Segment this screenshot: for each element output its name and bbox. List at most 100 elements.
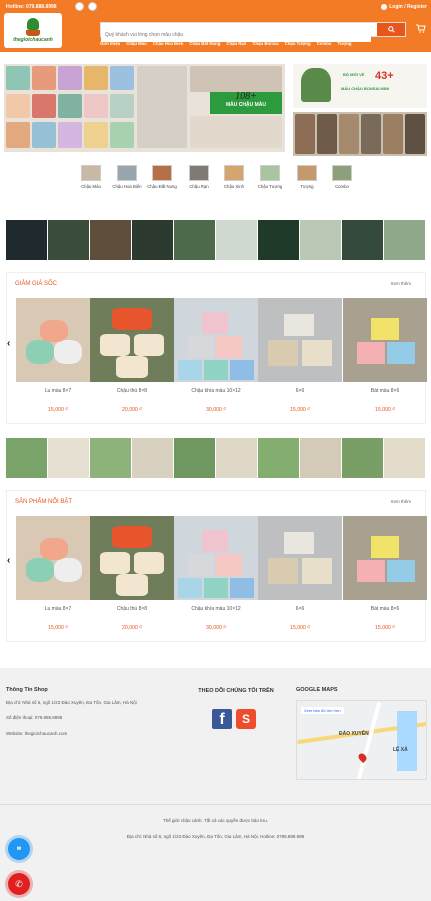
product-image[interactable] <box>174 516 258 600</box>
category-item[interactable]: Chậu Hoa Biển <box>109 165 145 189</box>
nav-item[interactable]: Chậu Hoa Biển <box>153 41 184 46</box>
product-price: 30,000 ₫ <box>206 625 226 631</box>
product-name[interactable]: Lu màu 8×7 <box>16 606 100 612</box>
plants-banner[interactable] <box>6 438 426 478</box>
featured-prev-arrow[interactable]: ‹ <box>7 555 10 566</box>
category-item[interactable]: Combo <box>324 165 360 189</box>
product-name[interactable]: Chậu thú 8×8 <box>90 606 174 612</box>
logo-text: thegioichaucanh <box>13 37 53 43</box>
search-input[interactable] <box>101 28 371 42</box>
product-card[interactable]: Bát màu 8×6 15,000 ₫ <box>343 298 427 413</box>
product-name[interactable]: Chậu thú 8×8 <box>90 388 174 394</box>
shop-info-title: Thông Tin Shop <box>6 687 48 693</box>
product-price: 15,000 ₫ <box>375 407 395 413</box>
product-name[interactable]: Chậu khía màu 10×12 <box>174 388 258 394</box>
call-button[interactable]: ✆ <box>8 873 30 895</box>
site-header: Hotline: 079.888.8998 Login / Register t… <box>0 0 431 52</box>
product-card[interactable]: Chậu thú 8×8 20,000 ₫ <box>90 516 174 631</box>
product-name[interactable]: 6×6 <box>258 606 342 612</box>
nav-item[interactable]: Chậu Bonsai <box>252 41 278 46</box>
nav-item[interactable]: Chậu Đất Nung <box>189 41 220 46</box>
map-larger-link[interactable]: Xem bản đồ lớn hơn <box>301 707 344 714</box>
nav-item[interactable]: Combo <box>317 41 332 46</box>
site-logo[interactable]: thegioichaucanh <box>4 13 62 48</box>
category-item[interactable]: Chậu Đất Nung <box>144 165 180 189</box>
product-price: 20,000 ₫ <box>122 407 142 413</box>
phone-icon[interactable] <box>88 2 97 11</box>
product-image[interactable] <box>90 298 174 382</box>
phone-icon: ✆ <box>15 878 23 889</box>
category-label: Chậu Màu <box>81 184 101 189</box>
product-card[interactable]: Chậu khía màu 10×12 30,000 ₫ <box>174 298 258 413</box>
product-card[interactable]: Lu màu 8×7 15,000 ₫ <box>16 298 100 413</box>
product-image[interactable] <box>16 516 100 600</box>
hotline-text: Hotline: 079.888.8998 <box>6 4 57 10</box>
search-button[interactable] <box>377 23 405 36</box>
product-card[interactable]: Chậu khía màu 10×12 30,000 ₫ <box>174 516 258 631</box>
category-item[interactable]: Tượng <box>289 165 325 189</box>
google-map[interactable]: Xem bản đồ lớn hơn ĐÀO XUYÊN LỆ XÁ <box>296 700 427 780</box>
promo-bottom-text: MẪU CHẬU BONSAI MINI <box>341 86 389 91</box>
nav-item[interactable]: Chậu Màu <box>126 41 147 46</box>
nav-item[interactable]: Tượng <box>338 41 352 46</box>
map-label: LỆ XÁ <box>393 747 408 753</box>
nav-item[interactable]: Chậu Rạn <box>226 41 246 46</box>
featured-more-link[interactable]: Xem thêm <box>390 499 411 504</box>
product-price: 15,000 ₫ <box>290 625 310 631</box>
product-price: 15,000 ₫ <box>375 625 395 631</box>
product-card[interactable]: Bát màu 8×6 15,000 ₫ <box>343 516 427 631</box>
nav-item[interactable]: Giới thiệu <box>100 41 120 46</box>
footer-divider <box>0 804 431 805</box>
product-image[interactable] <box>174 298 258 382</box>
category-image <box>81 165 101 181</box>
product-name[interactable]: Lu màu 8×7 <box>16 388 100 394</box>
map-title: GOOGLE MAPS <box>296 687 338 693</box>
product-price: 30,000 ₫ <box>206 407 226 413</box>
shop-address: Địa chỉ: Nhà số 6, ngõ 1/23 Đào Xuyên, Đ… <box>6 700 137 705</box>
logo-pot-icon <box>26 30 40 36</box>
category-item[interactable]: Chậu Rạn <box>181 165 217 189</box>
category-image <box>260 165 280 181</box>
category-item[interactable]: Chậu Tượng <box>252 165 288 189</box>
category-label: Combo <box>335 184 349 189</box>
pots-collage[interactable] <box>293 112 427 156</box>
category-image <box>117 165 137 181</box>
bonsai-banner[interactable] <box>6 220 426 260</box>
zalo-chat-button[interactable]: ✉ <box>8 838 30 860</box>
sale-prev-arrow[interactable]: ‹ <box>7 338 10 349</box>
promo-banner[interactable]: BỘ MỚI VỀ 43+ MẪU CHẬU BONSAI MINI <box>293 64 427 108</box>
product-price: 15,000 ₫ <box>48 407 68 413</box>
product-image[interactable] <box>343 516 427 600</box>
featured-title: SẢN PHẨM NỔI BẬT <box>15 499 73 505</box>
shopee-icon[interactable]: S <box>236 709 256 729</box>
nav-item[interactable]: Chậu Tượng <box>285 41 311 46</box>
logo-plant-icon <box>27 18 39 30</box>
product-card[interactable]: Chậu thú 8×8 20,000 ₫ <box>90 298 174 413</box>
category-image <box>189 165 209 181</box>
category-item[interactable]: Chậu Màu <box>73 165 109 189</box>
product-image[interactable] <box>16 298 100 382</box>
product-image[interactable] <box>258 516 342 600</box>
login-label: Login / Register <box>389 4 427 10</box>
product-name[interactable]: 6×6 <box>258 388 342 394</box>
product-card[interactable]: 6×6 15,000 ₫ <box>258 516 342 631</box>
cart-icon[interactable] <box>416 24 426 33</box>
facebook-icon[interactable]: f <box>212 709 232 729</box>
product-card[interactable]: 6×6 15,000 ₫ <box>258 298 342 413</box>
sale-more-link[interactable]: Xem thêm <box>390 281 411 286</box>
product-image[interactable] <box>343 298 427 382</box>
product-name[interactable]: Chậu khía màu 10×12 <box>174 606 258 612</box>
category-item[interactable]: Chậu Xinh <box>216 165 252 189</box>
facebook-icon[interactable] <box>75 2 84 11</box>
product-image[interactable] <box>258 298 342 382</box>
product-name[interactable]: Bát màu 8×6 <box>343 388 427 394</box>
category-image <box>297 165 317 181</box>
category-image <box>224 165 244 181</box>
banner-subtitle: MẪU CHẬU MÀU <box>226 102 266 108</box>
product-name[interactable]: Bát màu 8×6 <box>343 606 427 612</box>
product-image[interactable] <box>90 516 174 600</box>
search-bar <box>100 22 406 42</box>
main-banner[interactable]: 108+ MẪU CHẬU MÀU <box>4 64 285 152</box>
login-link[interactable]: Login / Register <box>381 4 427 10</box>
product-card[interactable]: Lu màu 8×7 15,000 ₫ <box>16 516 100 631</box>
